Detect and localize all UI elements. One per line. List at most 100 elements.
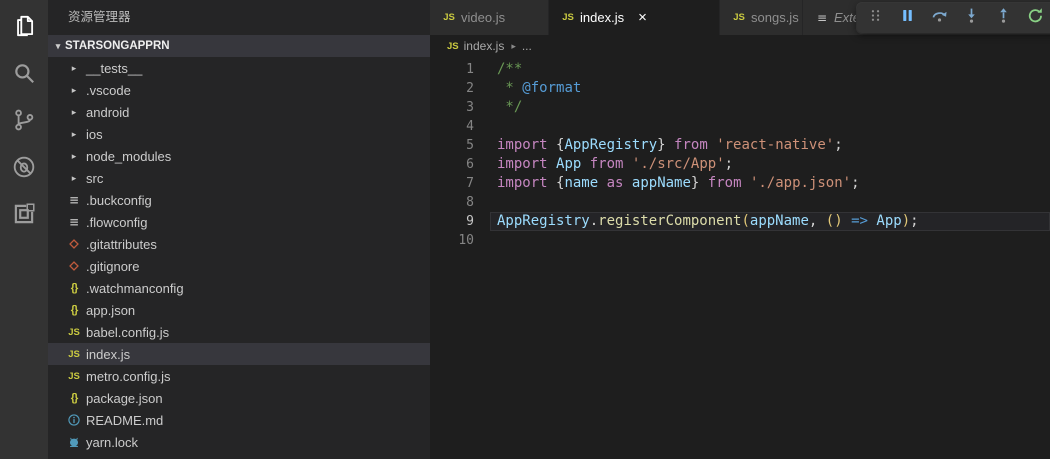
editor-group: JSvideo.jsJSindex.js×JSsongs.js≡Exten JS… xyxy=(430,0,1050,459)
breadcrumb-more[interactable]: ... xyxy=(522,39,532,53)
line-text[interactable]: /** xyxy=(490,60,1050,79)
debug-step-out-button[interactable] xyxy=(992,7,1014,29)
step-over-icon xyxy=(931,7,948,29)
line-text[interactable] xyxy=(490,231,1050,250)
step-into-icon xyxy=(963,7,980,29)
tree-item-node-modules[interactable]: ▸node_modules xyxy=(48,145,430,167)
breadcrumb-file[interactable]: index.js xyxy=(464,39,505,53)
list-file-icon: ≡ xyxy=(813,11,831,25)
project-name: STARSONGAPPRN xyxy=(65,40,170,52)
code-editor[interactable]: 1/**2 * @format3 */45import {AppRegistry… xyxy=(430,57,1050,459)
extensions-icon xyxy=(11,201,37,232)
code-line-2[interactable]: 2 * @format xyxy=(430,79,1050,98)
tree-item-label: node_modules xyxy=(86,149,171,164)
tree-item-buckconfig[interactable]: ≡.buckconfig xyxy=(48,189,430,211)
debug-toolbar xyxy=(857,3,1050,33)
code-line-6[interactable]: 6import App from './src/App'; xyxy=(430,155,1050,174)
tree-item-babel-config-js[interactable]: JSbabel.config.js xyxy=(48,321,430,343)
project-section-header[interactable]: ▾ STARSONGAPPRN xyxy=(48,35,430,57)
tree-item-vscode[interactable]: ▸.vscode xyxy=(48,79,430,101)
js-file-icon: JS xyxy=(440,12,458,23)
activity-bar-item-extensions[interactable] xyxy=(9,201,39,231)
tree-item-watchmanconfig[interactable]: {}.watchmanconfig xyxy=(48,277,430,299)
tree-item-gitignore[interactable]: .gitignore xyxy=(48,255,430,277)
tree-item-src[interactable]: ▸src xyxy=(48,167,430,189)
expand-arrow-icon: ▾ xyxy=(51,41,65,52)
js-file-icon: JS xyxy=(559,12,577,23)
tree-item-app-json[interactable]: {}app.json xyxy=(48,299,430,321)
chevron-right-icon: ▸ xyxy=(64,151,84,162)
config-file-icon: ≡ xyxy=(64,193,84,207)
line-text[interactable] xyxy=(490,193,1050,212)
tree-item-tests[interactable]: ▸__tests__ xyxy=(48,57,430,79)
chevron-right-icon: ▸ xyxy=(64,107,84,118)
line-text[interactable]: * @format xyxy=(490,79,1050,98)
code-line-3[interactable]: 3 */ xyxy=(430,98,1050,117)
tab-close-icon[interactable]: × xyxy=(638,10,647,25)
grip-icon xyxy=(867,7,884,29)
debug-step-into-button[interactable] xyxy=(960,7,982,29)
git-branch-icon xyxy=(11,107,37,138)
tree-item-label: .gitattributes xyxy=(86,237,157,252)
tab-label: video.js xyxy=(461,10,505,25)
tree-item-ios[interactable]: ▸ios xyxy=(48,123,430,145)
js-file-icon: JS xyxy=(64,371,84,382)
tree-item-metro-config-js[interactable]: JSmetro.config.js xyxy=(48,365,430,387)
step-out-icon xyxy=(995,7,1012,29)
line-text[interactable]: import {name as appName} from './app.jso… xyxy=(490,174,1050,193)
tree-item-label: android xyxy=(86,105,129,120)
activity-bar-item-debug[interactable] xyxy=(9,154,39,184)
tree-item-android[interactable]: ▸android xyxy=(48,101,430,123)
json-file-icon: {} xyxy=(64,282,84,294)
tree-item-gitattributes[interactable]: .gitattributes xyxy=(48,233,430,255)
tree-item-flowconfig[interactable]: ≡.flowconfig xyxy=(48,211,430,233)
line-text[interactable]: */ xyxy=(490,98,1050,117)
explorer-sidebar: 资源管理器 ▾ STARSONGAPPRN ▸__tests__▸.vscode… xyxy=(48,0,430,459)
tree-item-readme-md[interactable]: README.md xyxy=(48,409,430,431)
debug-drag-handle-button[interactable] xyxy=(864,7,886,29)
line-number: 10 xyxy=(430,231,474,250)
tree-item-package-json[interactable]: {}package.json xyxy=(48,387,430,409)
js-file-icon: JS xyxy=(730,12,748,23)
debug-restart-button[interactable] xyxy=(1024,7,1046,29)
code-line-8[interactable]: 8 xyxy=(430,193,1050,212)
file-tree: ▸__tests__▸.vscode▸android▸ios▸node_modu… xyxy=(48,57,430,453)
json-file-icon: {} xyxy=(64,304,84,316)
code-line-4[interactable]: 4 xyxy=(430,117,1050,136)
git-file-icon xyxy=(64,259,84,273)
line-number: 9 xyxy=(430,212,474,231)
breadcrumb: JS index.js ▸ ... xyxy=(430,35,1050,57)
activity-bar-item-explorer[interactable] xyxy=(9,13,39,43)
tab-songs-js[interactable]: JSsongs.js xyxy=(720,0,802,35)
line-text[interactable]: import App from './src/App'; xyxy=(490,155,1050,174)
info-file-icon xyxy=(64,413,84,427)
line-text[interactable]: import {AppRegistry} from 'react-native'… xyxy=(490,136,1050,155)
tree-item-index-js[interactable]: JSindex.js xyxy=(48,343,430,365)
tab-index-js[interactable]: JSindex.js× xyxy=(549,0,719,35)
code-line-7[interactable]: 7import {name as appName} from './app.js… xyxy=(430,174,1050,193)
tab-video-js[interactable]: JSvideo.js xyxy=(430,0,548,35)
code-line-1[interactable]: 1/** xyxy=(430,60,1050,79)
code-line-5[interactable]: 5import {AppRegistry} from 'react-native… xyxy=(430,136,1050,155)
debug-pause-button[interactable] xyxy=(896,7,918,29)
tree-item-label: .flowconfig xyxy=(86,215,147,230)
line-text[interactable]: AppRegistry.registerComponent(appName, (… xyxy=(490,212,1050,231)
pause-icon xyxy=(899,7,916,29)
search-icon xyxy=(11,60,37,91)
activity-bar xyxy=(0,0,48,459)
code-line-9[interactable]: 9 AppRegistry.registerComponent(appName, … xyxy=(430,212,1050,231)
chevron-right-icon: ▸ xyxy=(64,63,84,74)
tree-item-label: README.md xyxy=(86,413,163,428)
activity-bar-item-source-control[interactable] xyxy=(9,107,39,137)
tree-item-label: ios xyxy=(86,127,103,142)
tree-item-label: app.json xyxy=(86,303,135,318)
line-text[interactable] xyxy=(490,117,1050,136)
activity-bar-item-search[interactable] xyxy=(9,60,39,90)
explorer-title: 资源管理器 xyxy=(48,0,430,35)
code-line-10[interactable]: 10 xyxy=(430,231,1050,250)
restart-icon xyxy=(1027,7,1044,29)
debug-step-over-button[interactable] xyxy=(928,7,950,29)
js-file-icon: JS xyxy=(447,41,459,52)
tree-item-yarn-lock[interactable]: yarn.lock xyxy=(48,431,430,453)
line-number: 3 xyxy=(430,98,474,117)
